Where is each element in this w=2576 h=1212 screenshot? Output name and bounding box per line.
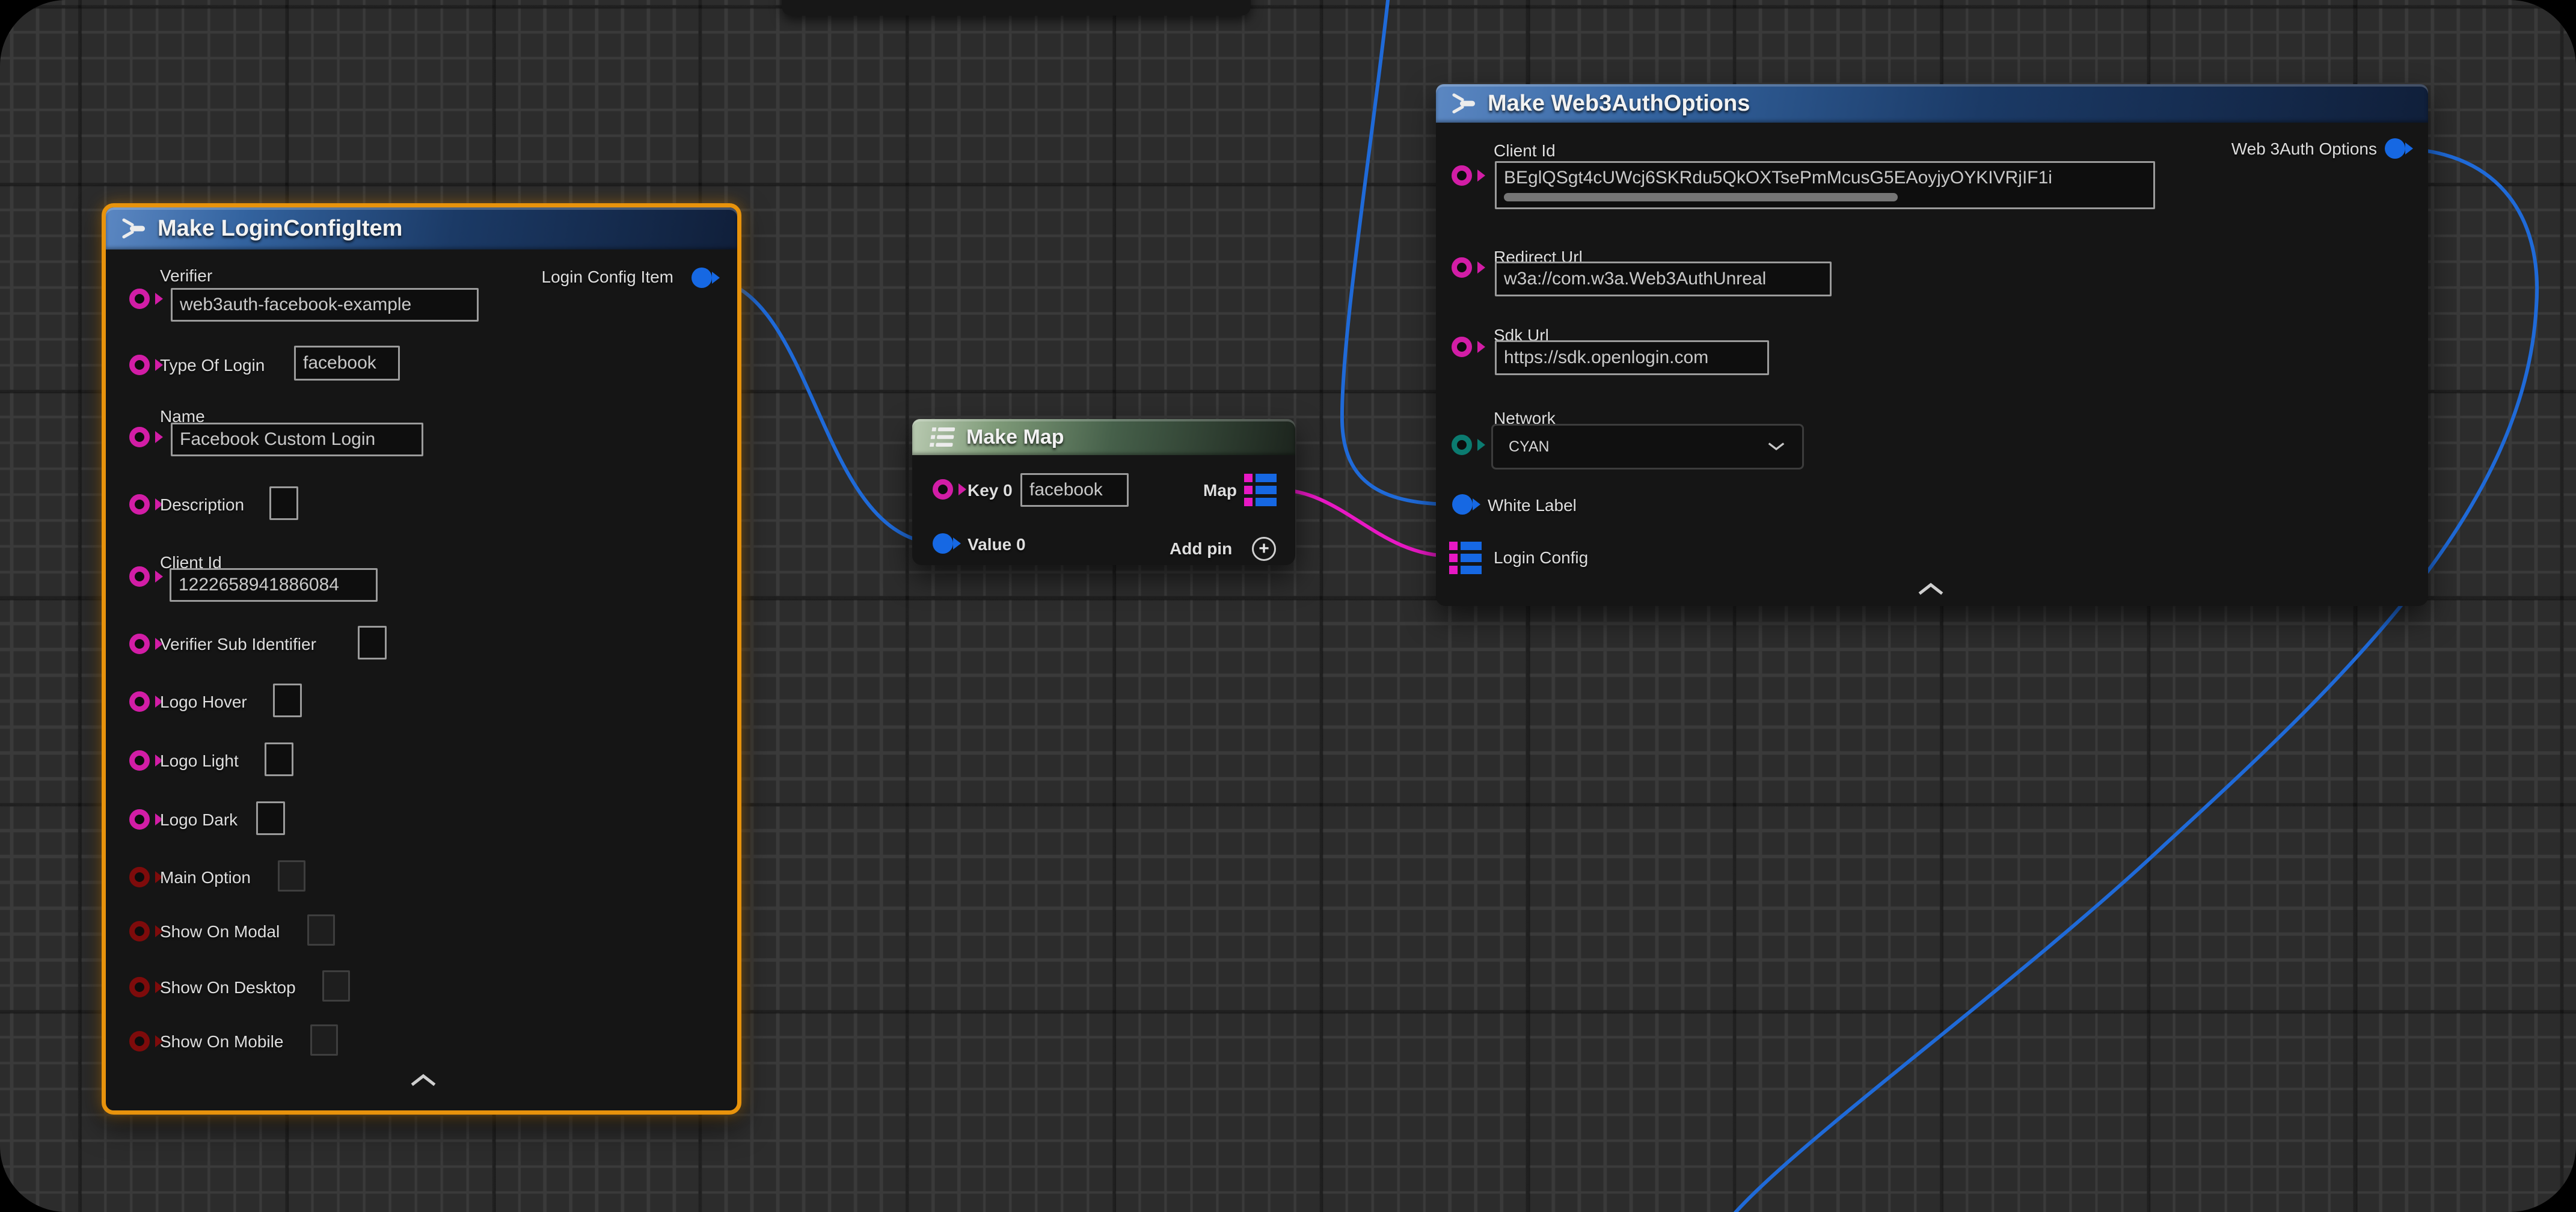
make-struct-icon [1449, 91, 1477, 115]
pin-login-config-item-output[interactable] [692, 268, 712, 288]
node-title: Make Map [966, 426, 1064, 449]
node-make-web3authoptions[interactable]: Make Web3AuthOptions Client Id BEglQSgt4… [1436, 84, 2428, 606]
output-pin-label: Login Config Item [542, 268, 673, 287]
pin-label-login-config: Login Config [1494, 548, 1588, 568]
key-0-input[interactable]: facebook [1020, 473, 1129, 507]
node-title: Make LoginConfigItem [158, 216, 402, 242]
type-of-login-input[interactable]: facebook [294, 346, 400, 381]
pin-value-0[interactable] [933, 533, 953, 554]
pin-white-label[interactable] [1452, 494, 1473, 515]
pin-redirect-url[interactable] [1452, 257, 1472, 278]
blueprint-graph-canvas[interactable]: Make LoginConfigItem Login Config Item V… [0, 0, 2576, 1212]
node-header-make-map[interactable]: Make Map [912, 419, 1295, 455]
pin-show-on-desktop[interactable] [129, 977, 150, 997]
pin-label-verifier: Verifier [160, 266, 212, 286]
output-pin-label: Map [1203, 481, 1237, 500]
sdk-url-input[interactable]: https://sdk.openlogin.com [1495, 340, 1769, 375]
node-make-loginconfigitem[interactable]: Make LoginConfigItem Login Config Item V… [102, 203, 741, 1115]
map-pin-row [1449, 542, 1482, 550]
chevron-up-icon[interactable] [409, 1073, 437, 1086]
pin-client-id[interactable] [1452, 165, 1472, 186]
pin-label-value-0: Value 0 [968, 535, 1026, 554]
pin-show-on-modal[interactable] [129, 921, 150, 941]
description-input[interactable] [269, 486, 298, 520]
show-on-mobile-checkbox[interactable] [310, 1024, 338, 1056]
show-on-modal-checkbox[interactable] [307, 914, 335, 946]
pin-map-output[interactable] [1244, 474, 1277, 506]
map-pin-row [1244, 498, 1277, 506]
verifier-input[interactable]: web3auth-facebook-example [171, 288, 479, 322]
pin-network[interactable] [1452, 435, 1472, 455]
client-id-input[interactable]: 1222658941886084 [170, 568, 378, 602]
pin-name[interactable] [129, 427, 150, 447]
network-selected-value: CYAN [1509, 438, 1550, 456]
output-pin-label: Web 3Auth Options [2231, 139, 2377, 159]
map-pin-row [1244, 474, 1277, 482]
pin-client-id[interactable] [129, 566, 150, 587]
pin-verifier[interactable] [129, 289, 150, 309]
pin-web3auth-options-output[interactable] [2385, 138, 2405, 159]
pin-label-show-on-mobile: Show On Mobile [160, 1032, 283, 1051]
show-on-desktop-checkbox[interactable] [322, 970, 350, 1002]
pin-label-key-0: Key 0 [968, 481, 1013, 500]
logo-dark-input[interactable] [256, 801, 285, 835]
node-header-make-web3authoptions[interactable]: Make Web3AuthOptions [1436, 84, 2428, 123]
pin-logo-light[interactable] [129, 750, 150, 771]
chevron-down-icon [1767, 442, 1785, 451]
main-option-checkbox[interactable] [278, 860, 305, 892]
plus-circle-icon[interactable]: + [1252, 537, 1276, 561]
map-pin-row [1449, 554, 1482, 562]
chevron-up-icon[interactable] [1917, 582, 1945, 595]
name-input[interactable]: Facebook Custom Login [171, 423, 423, 456]
pin-label-show-on-desktop: Show On Desktop [160, 978, 296, 997]
map-pin-row [1244, 486, 1277, 494]
make-struct-icon [119, 216, 147, 240]
pin-label-show-on-modal: Show On Modal [160, 922, 280, 941]
pin-sdk-url[interactable] [1452, 337, 1472, 357]
pin-logo-hover[interactable] [129, 691, 150, 712]
wire-map-to-loginconfig[interactable] [1275, 489, 1452, 556]
pin-verifier-sub-identifier[interactable] [129, 634, 150, 654]
node-header-make-loginconfigitem[interactable]: Make LoginConfigItem [106, 207, 737, 249]
make-map-icon [925, 425, 955, 449]
pin-label-logo-hover: Logo Hover [160, 693, 247, 712]
pin-show-on-mobile[interactable] [129, 1031, 150, 1051]
node-title: Make Web3AuthOptions [1488, 91, 1750, 117]
pin-label-logo-light: Logo Light [160, 751, 239, 771]
pin-label-main-option: Main Option [160, 868, 251, 887]
network-dropdown[interactable]: CYAN [1491, 424, 1804, 470]
pin-main-option[interactable] [129, 867, 150, 887]
pin-description[interactable] [129, 494, 150, 515]
pin-login-config[interactable] [1449, 542, 1482, 574]
pin-label-verifier-sub-identifier: Verifier Sub Identifier [160, 635, 316, 654]
pin-type-of-login[interactable] [129, 355, 150, 375]
pin-key-0[interactable] [933, 479, 953, 500]
pin-label-description: Description [160, 495, 244, 515]
pin-label-type-of-login: Type Of Login [160, 356, 265, 375]
client-id-scrollbar[interactable] [1504, 193, 1898, 201]
add-pin-label[interactable]: Add pin [1170, 539, 1232, 559]
pin-label-client-id: Client Id [1494, 141, 1556, 161]
pin-logo-dark[interactable] [129, 809, 150, 830]
client-id-value: BEglQSgt4cUWcj6SKRdu5QkOXTsePmMcusG5EAoy… [1504, 168, 2052, 188]
redirect-url-input[interactable]: w3a://com.w3a.Web3AuthUnreal [1495, 262, 1832, 296]
client-id-input[interactable]: BEglQSgt4cUWcj6SKRdu5QkOXTsePmMcusG5EAoy… [1495, 161, 2155, 209]
pin-label-logo-dark: Logo Dark [160, 810, 238, 830]
verifier-sub-identifier-input[interactable] [358, 626, 387, 660]
logo-hover-input[interactable] [273, 684, 302, 717]
pin-label-white-label: White Label [1488, 496, 1577, 515]
node-make-map[interactable]: Make Map Key 0 facebook Map Value 0 Add … [912, 419, 1295, 565]
partial-node-top[interactable] [782, 0, 1251, 16]
map-pin-row [1449, 566, 1482, 574]
logo-light-input[interactable] [265, 742, 293, 776]
